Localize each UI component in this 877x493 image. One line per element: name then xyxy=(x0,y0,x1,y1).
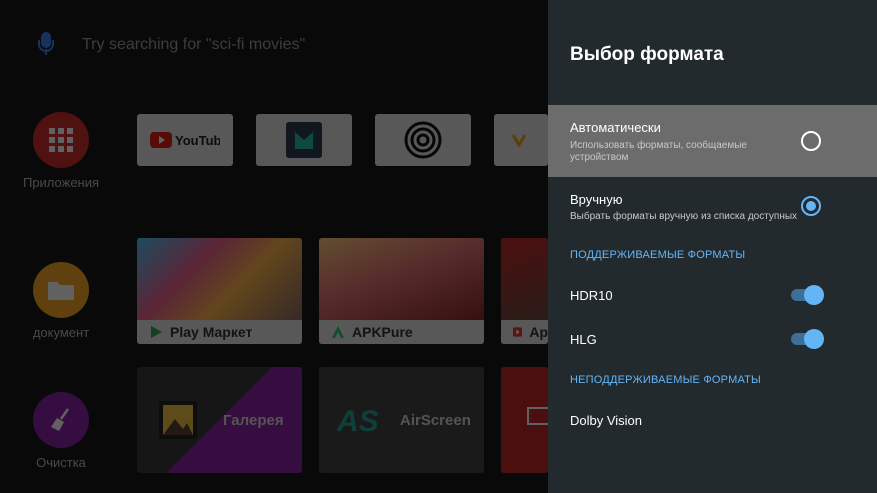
tile-app-3[interactable] xyxy=(375,114,471,166)
side-app-label: документ xyxy=(32,325,90,340)
format-hdr10-label: HDR10 xyxy=(570,288,613,303)
tile-app-partial[interactable]: Ap xyxy=(501,238,548,344)
tile-gallery[interactable]: Галерея xyxy=(137,367,302,473)
tile-label: Галерея xyxy=(223,412,284,429)
format-dolby-vision-label[interactable]: Dolby Vision xyxy=(570,413,642,428)
tile-airscreen[interactable]: AS AirScreen xyxy=(319,367,484,473)
tile-app-4[interactable] xyxy=(494,114,548,166)
panel-title: Выбор формата xyxy=(570,44,724,65)
partial-app-icon xyxy=(511,134,527,147)
side-app-apps[interactable]: Приложения xyxy=(11,112,111,190)
circles-icon xyxy=(404,121,442,159)
hdr10-toggle[interactable] xyxy=(791,285,824,305)
tile-label: Play Маркет xyxy=(170,324,253,340)
side-app-label: Очистка xyxy=(36,455,86,470)
radio-automatic[interactable] xyxy=(801,131,821,151)
search-placeholder: Try searching for "sci-fi movies" xyxy=(82,36,306,53)
tile-artwork xyxy=(319,238,484,320)
svg-text:YouTube: YouTube xyxy=(175,133,220,148)
tile-youtube[interactable]: YouTube xyxy=(137,114,233,166)
cast-icon xyxy=(527,407,548,425)
tile-label: APKPure xyxy=(352,324,413,340)
supported-formats-header: ПОДДЕРЖИВАЕМЫЕ ФОРМАТЫ xyxy=(570,249,746,261)
radio-manual[interactable] xyxy=(801,196,821,216)
broom-icon xyxy=(33,392,89,448)
option-description: Выбрать форматы вручную из списка доступ… xyxy=(570,211,798,222)
svg-text:AS: AS xyxy=(337,405,379,436)
apps-grid-icon xyxy=(33,112,89,168)
play-store-icon xyxy=(151,326,162,338)
option-title: Автоматически xyxy=(570,120,661,135)
side-app-cleaner[interactable]: Очистка xyxy=(11,392,111,470)
tile-play-market[interactable]: Play Маркет xyxy=(137,238,302,344)
option-title: Вручную xyxy=(570,192,623,207)
format-selection-panel: Выбор формата Автоматически Использовать… xyxy=(548,0,877,493)
tile-label: Ap xyxy=(529,324,548,340)
folder-icon xyxy=(33,262,89,318)
tile-app-2[interactable] xyxy=(256,114,352,166)
option-manual[interactable]: Вручную Выбрать форматы вручную из списк… xyxy=(548,177,877,237)
gallery-icon xyxy=(159,401,197,439)
side-app-documents[interactable]: документ xyxy=(11,262,111,340)
unsupported-formats-header: НЕПОДДЕРЖИВАЕМЫЕ ФОРМАТЫ xyxy=(570,374,761,386)
youtube-icon: YouTube xyxy=(150,132,220,148)
format-hlg-label: HLG xyxy=(570,332,597,347)
search-bar[interactable]: Try searching for "sci-fi movies" xyxy=(30,28,305,62)
bookmark-icon xyxy=(286,122,322,158)
tile-artwork xyxy=(501,238,548,320)
tile-label: AirScreen xyxy=(400,412,471,429)
apkpure-icon xyxy=(332,326,344,338)
microphone-icon[interactable] xyxy=(36,30,56,60)
tile-apkpure[interactable]: APKPure xyxy=(319,238,484,344)
hlg-toggle[interactable] xyxy=(791,329,824,349)
tile-cast[interactable] xyxy=(501,367,548,473)
app-icon xyxy=(513,327,523,337)
option-description: Использовать форматы, сообщаемые устройс… xyxy=(570,140,747,163)
airscreen-icon: AS xyxy=(337,405,379,436)
option-automatic[interactable]: Автоматически Использовать форматы, сооб… xyxy=(548,105,877,177)
tile-artwork xyxy=(137,238,302,320)
side-app-label: Приложения xyxy=(22,175,100,190)
